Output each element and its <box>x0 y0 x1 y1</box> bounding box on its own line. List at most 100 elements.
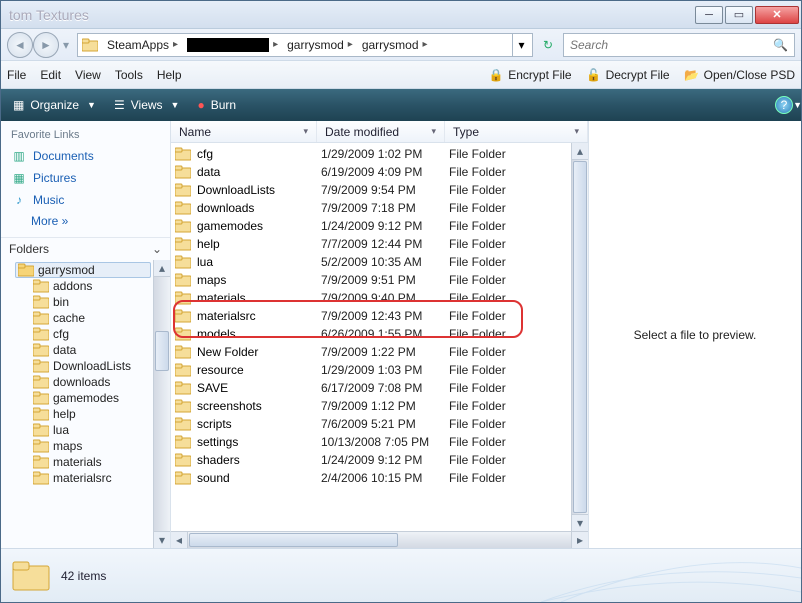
folder-tree[interactable]: garrysmod addonsbincachecfgdataDownloadL… <box>1 260 153 548</box>
decrypt-file-button[interactable]: 🔓Decrypt File <box>586 67 670 83</box>
scroll-down-button[interactable]: ▾ <box>572 514 588 531</box>
table-row[interactable]: DownloadLists7/9/2009 9:54 PMFile Folder <box>171 181 571 199</box>
fav-label: Documents <box>33 149 94 163</box>
table-row[interactable]: cfg1/29/2009 1:02 PMFile Folder <box>171 145 571 163</box>
fav-pictures[interactable]: ▦Pictures <box>11 167 160 189</box>
tree-item[interactable]: gamemodes <box>33 390 151 406</box>
table-row[interactable]: shaders1/24/2009 9:12 PMFile Folder <box>171 451 571 469</box>
table-row[interactable]: materials7/9/2009 9:40 PMFile Folder <box>171 289 571 307</box>
maximize-button[interactable]: ▭ <box>725 6 753 24</box>
sort-dropdown-icon: ▾ <box>303 126 308 137</box>
scroll-left-button[interactable]: ◂ <box>171 532 188 548</box>
table-row[interactable]: maps7/9/2009 9:51 PMFile Folder <box>171 271 571 289</box>
breadcrumb-seg-3[interactable]: garrysmod▸ <box>358 34 433 56</box>
minimize-button[interactable]: ─ <box>695 6 723 24</box>
cell-type: File Folder <box>449 381 506 395</box>
cell-type: File Folder <box>449 273 506 287</box>
cell-date: 7/9/2009 12:43 PM <box>321 309 449 323</box>
chevron-down-icon: ▼ <box>793 100 802 110</box>
table-row[interactable]: data6/19/2009 4:09 PMFile Folder <box>171 163 571 181</box>
decorative-swoosh <box>541 548 801 602</box>
cell-type: File Folder <box>449 417 506 431</box>
help-button[interactable]: ?▼ <box>775 96 793 114</box>
tree-item[interactable]: addons <box>33 278 151 294</box>
scroll-down-button[interactable]: ▾ <box>154 531 170 548</box>
table-row[interactable]: SAVE6/17/2009 7:08 PMFile Folder <box>171 379 571 397</box>
list-scrollbar[interactable]: ▴ ▾ <box>571 143 588 531</box>
breadcrumb-seg-1[interactable]: xxxxxxx▸ <box>183 34 283 56</box>
forward-button[interactable]: ► <box>33 32 59 58</box>
breadcrumb-seg-0[interactable]: SteamApps▸ <box>103 34 183 56</box>
breadcrumb-dropdown[interactable]: ▾ <box>512 34 530 56</box>
table-row[interactable]: gamemodes1/24/2009 9:12 PMFile Folder <box>171 217 571 235</box>
tree-label: materials <box>53 455 102 469</box>
search-input[interactable] <box>570 38 773 52</box>
search-box[interactable]: 🔍 <box>563 33 795 57</box>
close-button[interactable]: ✕ <box>755 6 799 24</box>
table-row[interactable]: screenshots7/9/2009 1:12 PMFile Folder <box>171 397 571 415</box>
fav-music[interactable]: ♪Music <box>11 189 160 211</box>
table-row[interactable]: downloads7/9/2009 7:18 PMFile Folder <box>171 199 571 217</box>
breadcrumb[interactable]: SteamApps▸ xxxxxxx▸ garrysmod▸ garrysmod… <box>77 33 533 57</box>
fav-documents[interactable]: ▥Documents <box>11 145 160 167</box>
menu-edit[interactable]: Edit <box>40 68 61 82</box>
col-type[interactable]: Type▾ <box>445 121 588 142</box>
burn-icon: ● <box>197 98 204 112</box>
table-row[interactable]: help7/7/2009 12:44 PMFile Folder <box>171 235 571 253</box>
tree-item[interactable]: data <box>33 342 151 358</box>
table-row[interactable]: lua5/2/2009 10:35 AMFile Folder <box>171 253 571 271</box>
table-row[interactable]: sound2/4/2006 10:15 PMFile Folder <box>171 469 571 487</box>
breadcrumb-seg-2[interactable]: garrysmod▸ <box>283 34 358 56</box>
file-rows[interactable]: cfg1/29/2009 1:02 PMFile Folderdata6/19/… <box>171 143 571 531</box>
tree-item[interactable]: materials <box>33 454 151 470</box>
table-row[interactable]: settings10/13/2008 7:05 PMFile Folder <box>171 433 571 451</box>
scroll-thumb[interactable] <box>189 533 398 547</box>
status-bar: 42 items <box>1 548 801 602</box>
menu-view[interactable]: View <box>75 68 101 82</box>
fav-more[interactable]: More » <box>11 211 160 231</box>
back-button[interactable]: ◄ <box>7 32 33 58</box>
cell-type: File Folder <box>449 147 506 161</box>
tree-item-root[interactable]: garrysmod <box>15 262 151 278</box>
encrypt-file-button[interactable]: 🔒Encrypt File <box>488 67 571 83</box>
scroll-thumb[interactable] <box>155 331 169 371</box>
nav-history-dropdown[interactable]: ▾ <box>59 32 73 58</box>
tree-label: maps <box>53 439 82 453</box>
cell-name: SAVE <box>197 381 321 395</box>
list-scrollbar-horizontal[interactable]: ◂ ▸ <box>171 531 588 548</box>
open-close-psd-button[interactable]: 📂Open/Close PSD <box>684 67 795 83</box>
tree-item[interactable]: maps <box>33 438 151 454</box>
table-row[interactable]: models6/26/2009 1:55 PMFile Folder <box>171 325 571 343</box>
cell-type: File Folder <box>449 471 506 485</box>
organize-button[interactable]: ▦Organize▼ <box>9 96 100 114</box>
menu-tools[interactable]: Tools <box>115 68 143 82</box>
tree-item[interactable]: lua <box>33 422 151 438</box>
tree-item[interactable]: cfg <box>33 326 151 342</box>
refresh-button[interactable]: ↻ <box>537 34 559 56</box>
burn-button[interactable]: ●Burn <box>193 96 240 114</box>
table-row[interactable]: materialsrc7/9/2009 12:43 PMFile Folder <box>171 307 571 325</box>
tree-scrollbar[interactable]: ▴ ▾ <box>153 260 170 548</box>
col-name[interactable]: Name▾ <box>171 121 317 142</box>
scroll-up-button[interactable]: ▴ <box>154 260 170 277</box>
table-row[interactable]: New Folder7/9/2009 1:22 PMFile Folder <box>171 343 571 361</box>
folders-header[interactable]: Folders ⌄ <box>1 237 170 260</box>
tree-item[interactable]: bin <box>33 294 151 310</box>
tree-label: data <box>53 343 76 357</box>
tree-item[interactable]: DownloadLists <box>33 358 151 374</box>
chevron-right-icon: ▸ <box>173 39 178 50</box>
scroll-up-button[interactable]: ▴ <box>572 143 588 160</box>
table-row[interactable]: scripts7/6/2009 5:21 PMFile Folder <box>171 415 571 433</box>
menu-help[interactable]: Help <box>157 68 182 82</box>
tree-item[interactable]: help <box>33 406 151 422</box>
tree-item[interactable]: cache <box>33 310 151 326</box>
menu-file[interactable]: File <box>7 68 26 82</box>
scroll-right-button[interactable]: ▸ <box>571 532 588 548</box>
tree-item[interactable]: materialsrc <box>33 470 151 486</box>
views-button[interactable]: ☰Views▼ <box>110 96 183 114</box>
col-date[interactable]: Date modified▾ <box>317 121 445 142</box>
table-row[interactable]: resource1/29/2009 1:03 PMFile Folder <box>171 361 571 379</box>
tree-item[interactable]: downloads <box>33 374 151 390</box>
navbar: ◄ ► ▾ SteamApps▸ xxxxxxx▸ garrysmod▸ gar… <box>1 29 801 61</box>
scroll-thumb[interactable] <box>573 161 587 513</box>
